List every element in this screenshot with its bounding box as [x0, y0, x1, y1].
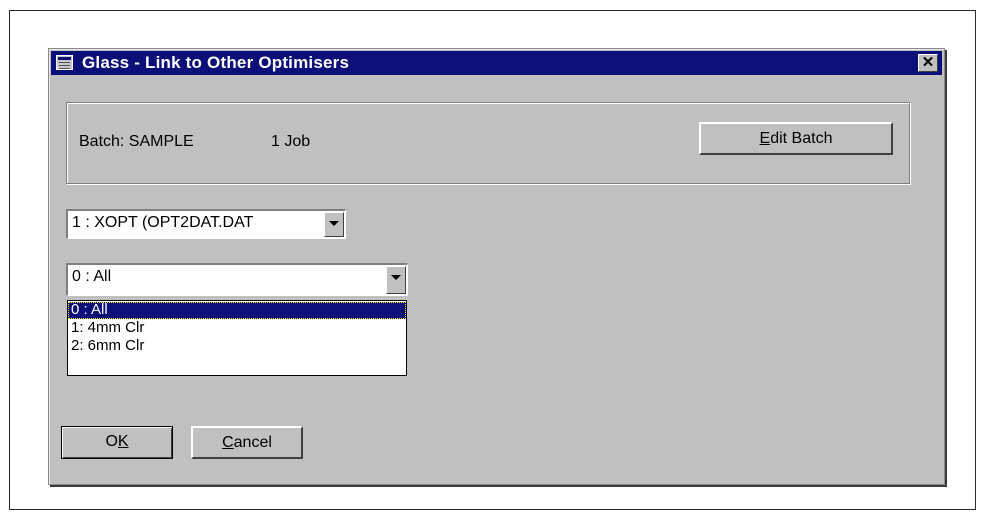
optimiser-select[interactable]: 1 : XOPT (OPT2DAT.DAT [66, 209, 346, 239]
link-dialog: Glass - Link to Other Optimisers ✕ Batch… [48, 48, 945, 485]
window-menu-icon[interactable] [56, 55, 73, 70]
title-bar[interactable]: Glass - Link to Other Optimisers ✕ [51, 51, 942, 75]
dropdown-option[interactable]: 0 : All [68, 302, 406, 319]
dropdown-option[interactable]: 2: 6mm Clr [68, 338, 406, 355]
chevron-down-icon[interactable] [324, 212, 344, 237]
close-button[interactable]: ✕ [918, 54, 938, 72]
group-dropdown-list: 0 : All 1: 4mm Clr 2: 6mm Clr [67, 300, 407, 376]
dialog-title: Glass - Link to Other Optimisers [82, 53, 350, 72]
group-select-value: 0 : All [72, 268, 112, 285]
ok-label: O [105, 433, 118, 450]
cancel-label: ancel [233, 434, 272, 451]
job-count-label: 1 Job [271, 133, 311, 150]
chevron-down-icon[interactable] [386, 266, 406, 294]
cancel-button[interactable]: Cancel [191, 426, 303, 459]
close-icon: ✕ [921, 54, 935, 71]
edit-batch-label: dit Batch [770, 130, 833, 147]
ok-button[interactable]: OK [61, 426, 173, 459]
batch-label: Batch: SAMPLE [79, 133, 194, 150]
group-select[interactable]: 0 : All [66, 263, 408, 296]
ok-mnemonic: K [117, 433, 129, 450]
edit-batch-mnemonic: E [759, 130, 771, 147]
cancel-mnemonic: C [222, 434, 234, 451]
dropdown-option[interactable]: 1: 4mm Clr [68, 320, 406, 337]
optimiser-select-value: 1 : XOPT (OPT2DAT.DAT [72, 214, 254, 231]
edit-batch-button[interactable]: Edit Batch [699, 122, 893, 155]
